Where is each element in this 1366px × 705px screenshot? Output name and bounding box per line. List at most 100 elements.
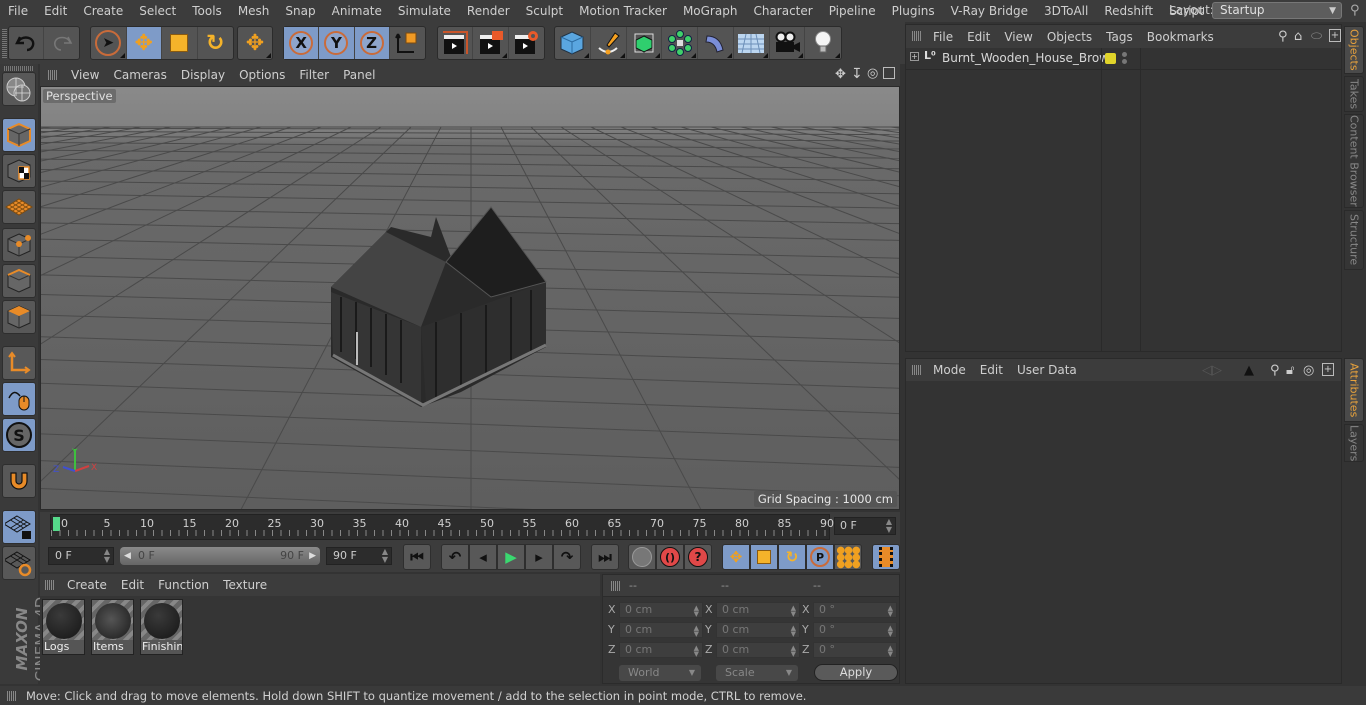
object-menu-objects[interactable]: Objects (1040, 30, 1099, 44)
light-button[interactable] (805, 27, 841, 59)
editor-visibility-dot[interactable] (1122, 52, 1127, 57)
expand-icon[interactable]: + (910, 52, 919, 61)
scale-tool-button[interactable] (162, 27, 198, 59)
menu-mesh[interactable]: Mesh (230, 4, 278, 18)
panel-grip[interactable] (912, 365, 922, 375)
menu-render[interactable]: Render (459, 4, 518, 18)
key-point-level-button[interactable]: ●●● ●●● ●●● (834, 544, 862, 570)
workplane-lock-button[interactable] (2, 510, 36, 544)
viewport-menu-cameras[interactable]: Cameras (106, 68, 173, 82)
panel-grip[interactable] (7, 691, 17, 701)
tab-structure[interactable]: Structure (1344, 210, 1364, 270)
spinner-icon[interactable]: ▲ ▼ (382, 548, 388, 564)
material-items[interactable]: Items (91, 599, 134, 655)
menu-character[interactable]: Character (745, 4, 820, 18)
menu-redshift[interactable]: Redshift (1096, 4, 1161, 18)
menu-edit[interactable]: Edit (36, 4, 75, 18)
render-to-picture-viewer-button[interactable] (473, 27, 509, 59)
recent-move-button[interactable]: ✥ (238, 27, 272, 59)
subdivision-surface-button[interactable] (627, 27, 663, 59)
keyframe-selection-button[interactable]: ? (684, 544, 712, 570)
camera-button[interactable] (770, 27, 806, 59)
end-frame-field[interactable]: 90 F ▲ ▼ (326, 547, 392, 565)
next-frame-button[interactable]: ▸ (525, 544, 553, 570)
attribute-menu-edit[interactable]: Edit (973, 363, 1010, 377)
tab-layers[interactable]: Layers (1344, 424, 1364, 462)
redo-button[interactable] (44, 27, 79, 59)
zoom-view-icon[interactable]: ↧ (851, 66, 863, 82)
menu-file[interactable]: File (0, 4, 36, 18)
menu-motion-tracker[interactable]: Motion Tracker (571, 4, 675, 18)
start-frame-field[interactable]: 0 F ▲ ▼ (48, 547, 114, 565)
frame-range-slider[interactable]: ◀ 0 F 90 F ▶ (120, 547, 320, 565)
tab-takes[interactable]: Takes (1344, 76, 1364, 112)
axis-mode-button[interactable] (2, 346, 36, 380)
record-keys-button[interactable] (628, 544, 656, 570)
tab-attributes[interactable]: Attributes (1344, 358, 1364, 422)
position-z-field[interactable]: 0 cm ▲ ▼ (619, 642, 703, 658)
material-menu-edit[interactable]: Edit (114, 578, 151, 592)
viewport-menu-view[interactable]: View (64, 68, 106, 82)
object-menu-bookmarks[interactable]: Bookmarks (1140, 30, 1221, 44)
material-menu-create[interactable]: Create (60, 578, 114, 592)
maximize-view-icon[interactable] (883, 67, 895, 79)
go-to-start-button[interactable]: ⏮ (403, 544, 431, 570)
rotate-tool-button[interactable]: ↻ (198, 27, 233, 59)
previous-frame-button[interactable]: ◂ (469, 544, 497, 570)
spinner-icon[interactable]: ▲ ▼ (886, 518, 892, 534)
key-position-button[interactable]: ✥ (722, 544, 750, 570)
object-menu-file[interactable]: File (926, 30, 960, 44)
column-divider[interactable] (1101, 48, 1102, 352)
texture-mode-button[interactable] (2, 154, 36, 188)
spinner-icon[interactable]: ▲ ▼ (104, 548, 110, 564)
target-icon[interactable]: ◎ (1303, 363, 1314, 378)
autokeying-button[interactable]: () (656, 544, 684, 570)
undo-button[interactable] (9, 27, 45, 59)
material-menu-texture[interactable]: Texture (216, 578, 274, 592)
menu-create[interactable]: Create (75, 4, 131, 18)
layout-dropdown[interactable]: Startup ▼ (1212, 2, 1342, 19)
menu-select[interactable]: Select (131, 4, 184, 18)
key-parameter-button[interactable]: P (806, 544, 834, 570)
search-icon[interactable]: ⚲ (1278, 29, 1288, 44)
material-logs[interactable]: Logs (42, 599, 85, 655)
menu-tools[interactable]: Tools (184, 4, 230, 18)
cube-button[interactable] (555, 27, 591, 59)
panel-grip[interactable] (45, 580, 55, 590)
object-menu-edit[interactable]: Edit (960, 30, 997, 44)
attribute-menu-user-data[interactable]: User Data (1010, 363, 1084, 377)
burnt-wooden-house-model[interactable] (331, 206, 547, 407)
workplane-align-button[interactable] (2, 546, 36, 580)
search-icon[interactable]: ⚲ (1270, 363, 1280, 378)
tweak-mode-button[interactable] (2, 382, 36, 416)
link-icon[interactable]: ⬭ (1311, 29, 1322, 44)
points-mode-button[interactable] (2, 228, 36, 262)
menu-sculpt[interactable]: Sculpt (518, 4, 571, 18)
next-key-button[interactable]: ↷ (553, 544, 581, 570)
key-scale-button[interactable] (750, 544, 778, 570)
size-y-field[interactable]: 0 cm ▲ ▼ (716, 622, 800, 638)
y-axis-lock-button[interactable]: Y (319, 27, 355, 59)
menu-plugins[interactable]: Plugins (884, 4, 943, 18)
playhead[interactable] (53, 517, 60, 531)
panel-grip[interactable] (611, 581, 621, 591)
search-icon[interactable]: ⚲ (1350, 3, 1360, 18)
solo-button[interactable]: S (2, 418, 36, 452)
workplane-mode-button[interactable] (2, 190, 36, 224)
polygons-mode-button[interactable] (2, 300, 36, 334)
viewport-menu-panel[interactable]: Panel (336, 68, 382, 82)
rotation-y-field[interactable]: 0 ° ▲ ▼ (813, 622, 897, 638)
navigation-arrows-icon[interactable]: ◁▷ (1202, 363, 1222, 378)
menu-simulate[interactable]: Simulate (390, 4, 459, 18)
toolbar-grip[interactable] (4, 66, 34, 71)
position-x-field[interactable]: 0 cm ▲ ▼ (619, 602, 703, 618)
tab-objects[interactable]: Objects (1344, 26, 1364, 74)
bend-deformer-button[interactable] (698, 27, 734, 59)
attribute-menu-mode[interactable]: Mode (926, 363, 973, 377)
size-z-field[interactable]: 0 cm ▲ ▼ (716, 642, 800, 658)
menu-pipeline[interactable]: Pipeline (821, 4, 884, 18)
play-button[interactable]: ▶ (497, 544, 525, 570)
menu-mograph[interactable]: MoGraph (675, 4, 746, 18)
render-visibility-dot[interactable] (1122, 59, 1127, 64)
menu-animate[interactable]: Animate (324, 4, 390, 18)
